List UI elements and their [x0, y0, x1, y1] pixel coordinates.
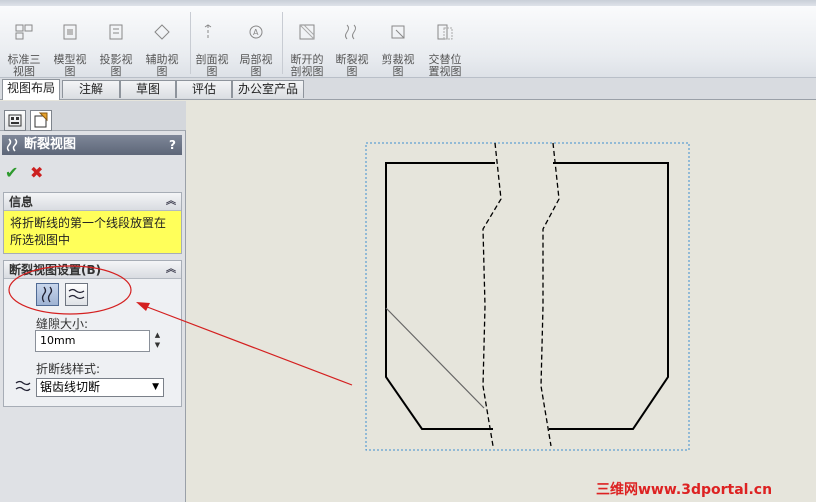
view-selection-border [365, 142, 690, 451]
part-outline-right [549, 162, 669, 430]
command-ribbon: 标准三 视图 模型视 图 投影视 图 辅助视 图 剖面视 图 ▾ A 局部视 图… [0, 6, 816, 88]
settings-section-title: 断裂视图设置(B) [9, 263, 102, 277]
break-view-button[interactable]: 断裂视 图 [332, 12, 372, 78]
part-outline-left [385, 162, 495, 430]
break-line-style-select[interactable]: 锯齿线切断 ▼ [36, 378, 164, 397]
svg-text:A: A [253, 28, 259, 37]
vertical-break-button[interactable] [36, 283, 59, 306]
vertical-break-icon [41, 286, 53, 303]
property-manager-panel: 断裂视图 ? ✔ ✖ 信息 ︽ 将折断线的第一个线段放置在所选视图中 断裂视图设… [0, 101, 186, 502]
break-view-icon [6, 138, 18, 152]
panel-tabs [0, 101, 186, 131]
model-view-label: 模型视 图 [53, 53, 87, 78]
break-line-right[interactable] [540, 142, 560, 447]
auxiliary-view-button[interactable]: 辅助视 图 [142, 12, 182, 78]
tab-evaluate[interactable]: 评估 [176, 80, 232, 98]
standard-3-view-button[interactable]: 标准三 视图 [4, 12, 44, 78]
property-icon [34, 112, 48, 128]
break-line-style-value: 锯齿线切断 [40, 380, 101, 394]
alternate-position-view-icon [437, 24, 453, 40]
panel-title-bar: 断裂视图 ? [2, 135, 182, 155]
break-view-label: 断裂视 图 [335, 53, 369, 78]
help-button[interactable]: ? [169, 135, 176, 155]
gap-size-input[interactable]: 10mm [35, 330, 150, 352]
gap-size-spinner[interactable]: ▲ ▼ [152, 330, 163, 352]
detail-view-label: 局部视 图 [239, 53, 273, 78]
horizontal-break-icon [68, 288, 85, 300]
part-edge-line [385, 307, 485, 409]
crop-view-label: 剪裁视 图 [381, 53, 415, 78]
broken-out-section-label: 断开的 剖视图 [290, 53, 324, 78]
tab-sketch[interactable]: 草图 [120, 80, 176, 98]
command-manager-tabs: 视图布局 注解 草图 评估 办公室产品 [0, 78, 816, 100]
collapse-chevron-icon[interactable]: ︽ [166, 261, 176, 279]
cancel-button[interactable]: ✖ [30, 163, 43, 182]
projected-view-button[interactable]: 投影视 图 [96, 12, 136, 78]
break-view-icon [345, 24, 356, 40]
projected-view-icon [109, 24, 123, 40]
ok-button[interactable]: ✔ [5, 163, 18, 182]
feature-tree-icon [8, 114, 22, 127]
settings-section-header[interactable]: 断裂视图设置(B) ︽ [4, 261, 181, 279]
section-view-icon [204, 24, 212, 39]
detail-view-icon: A [249, 25, 263, 39]
break-line-style-icon [15, 380, 31, 392]
broken-out-section-icon [299, 24, 315, 40]
toolbar-separator [282, 12, 283, 74]
detail-view-button[interactable]: A 局部视 图 [236, 12, 276, 78]
horizontal-break-button[interactable] [65, 283, 88, 306]
property-manager-tab[interactable] [30, 110, 52, 131]
collapse-chevron-icon[interactable]: ︽ [166, 193, 176, 211]
standard-3-view-icon [15, 24, 33, 40]
feature-manager-tab[interactable] [4, 110, 26, 131]
info-section: 信息 ︽ 将折断线的第一个线段放置在所选视图中 [3, 192, 182, 254]
break-line-left[interactable] [482, 142, 502, 447]
site-watermark: 三维网www.3dportal.cn [596, 482, 773, 498]
standard-3-view-label: 标准三 视图 [7, 53, 41, 78]
panel-title: 断裂视图 [24, 137, 77, 152]
crop-view-button[interactable]: 剪裁视 图 [378, 12, 418, 78]
info-section-header[interactable]: 信息 ︽ [4, 193, 181, 211]
tab-office-products[interactable]: 办公室产品 [232, 80, 304, 98]
auxiliary-view-label: 辅助视 图 [145, 53, 179, 78]
section-view-label: 剖面视 图 [195, 53, 229, 78]
model-view-button[interactable]: 模型视 图 [50, 12, 90, 78]
drawing-sheet [365, 142, 690, 451]
model-view-icon [63, 24, 77, 40]
info-section-title: 信息 [9, 195, 34, 209]
auxiliary-view-icon [154, 24, 170, 40]
break-line-style-label: 折断线样式: [36, 362, 101, 376]
crop-view-icon [391, 25, 405, 39]
tab-annotation[interactable]: 注解 [62, 80, 120, 98]
dropdown-arrow-icon: ▼ [152, 382, 159, 392]
alternate-position-view-label: 交替位 置视图 [428, 53, 462, 78]
alternate-position-view-button[interactable]: 交替位 置视图 [422, 12, 468, 78]
projected-view-label: 投影视 图 [99, 53, 133, 78]
drawing-canvas[interactable] [187, 101, 816, 502]
toolbar-separator [190, 12, 191, 74]
broken-out-section-button[interactable]: 断开的 剖视图 [284, 12, 330, 78]
info-message: 将折断线的第一个线段放置在所选视图中 [4, 211, 181, 253]
tab-view-layout[interactable]: 视图布局 [2, 79, 60, 100]
